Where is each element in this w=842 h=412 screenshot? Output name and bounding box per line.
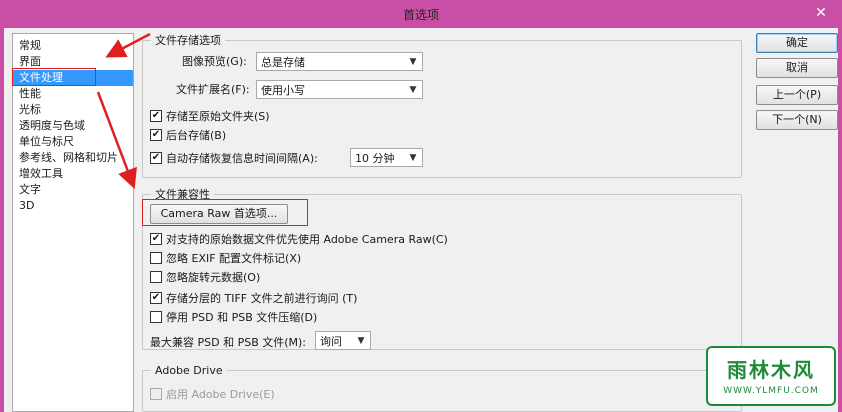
watermark-url-text: WWW.YLMFU.COM [723,386,819,396]
save-original-folder-label: 存储至原始文件夹(S) [166,110,270,123]
ignore-rotation-checkbox[interactable] [150,271,162,283]
auto-save-checkbox[interactable]: ✔ [150,152,162,164]
category-list: 常规 界面 文件处理 性能 光标 透明度与色域 单位与标尺 参考线、网格和切片 … [12,33,134,412]
sidebar-item-transparency-gamut[interactable]: 透明度与色域 [13,118,133,134]
chevron-down-icon: ▼ [409,85,417,95]
ask-tiff-layers-row[interactable]: ✔ 存储分层的 TIFF 文件之前进行询问 (T) [150,290,357,306]
ask-tiff-layers-checkbox[interactable]: ✔ [150,292,162,304]
sidebar-highlight-box [12,68,96,86]
sidebar-item-performance[interactable]: 性能 [13,86,133,102]
file-extension-label: 文件扩展名(F): [176,83,250,96]
sidebar-item-type[interactable]: 文字 [13,182,133,198]
chevron-down-icon: ▼ [409,57,417,67]
ignore-rotation-label: 忽略旋转元数据(O) [166,271,261,284]
chevron-down-icon: ▼ [357,336,365,346]
auto-save-interval-value: 10 分钟 [355,151,395,165]
image-preview-select[interactable]: 总是存储 ▼ [256,52,423,71]
sidebar-item-guides-grid-slices[interactable]: 参考线、网格和切片 [13,150,133,166]
auto-save-label: 自动存储恢复信息时间间隔(A): [166,152,318,165]
ignore-rotation-row[interactable]: 忽略旋转元数据(O) [150,269,260,285]
watermark-main-text: 雨林木风 [727,358,815,382]
image-preview-label: 图像预览(G): [182,55,247,68]
maximize-compat-select[interactable]: 询问 ▼ [315,331,371,350]
camera-raw-highlight-box [142,199,308,226]
maximize-compat-value: 询问 [320,334,342,348]
image-preview-row: 图像预览(G): [182,53,247,69]
ok-button[interactable]: 确定 [756,33,838,53]
background-save-row[interactable]: ✔ 后台存储(B) [150,127,226,143]
file-extension-select[interactable]: 使用小写 ▼ [256,80,423,99]
image-preview-value: 总是存储 [261,55,305,69]
sidebar-item-3d[interactable]: 3D [13,198,133,214]
sidebar-item-cursors[interactable]: 光标 [13,102,133,118]
auto-save-interval-select[interactable]: 10 分钟 ▼ [350,148,423,167]
background-save-label: 后台存储(B) [166,129,227,142]
ignore-exif-row[interactable]: 忽略 EXIF 配置文件标记(X) [150,250,301,266]
maximize-compat-label: 最大兼容 PSD 和 PSB 文件(M): [150,336,307,349]
background-save-checkbox[interactable]: ✔ [150,129,162,141]
ignore-exif-label: 忽略 EXIF 配置文件标记(X) [166,252,302,265]
ask-tiff-layers-label: 存储分层的 TIFF 文件之前进行询问 (T) [166,292,358,305]
prefer-acr-row[interactable]: ✔ 对支持的原始数据文件优先使用 Adobe Camera Raw(C) [150,231,448,247]
cancel-button[interactable]: 取消 [756,58,838,78]
file-extension-row: 文件扩展名(F): [176,81,250,97]
close-icon[interactable]: ✕ [806,3,836,23]
prefer-acr-checkbox[interactable]: ✔ [150,233,162,245]
sidebar-item-general[interactable]: 常规 [13,38,133,54]
disable-psd-compression-row[interactable]: 停用 PSD 和 PSB 文件压缩(D) [150,309,317,325]
next-button[interactable]: 下一个(N) [756,110,838,130]
ignore-exif-checkbox[interactable] [150,252,162,264]
enable-adobe-drive-row[interactable]: 启用 Adobe Drive(E) [150,386,275,402]
sidebar-item-units-rulers[interactable]: 单位与标尺 [13,134,133,150]
file-saving-legend: 文件存储选项 [155,34,221,47]
adobe-drive-legend: Adobe Drive [155,364,223,377]
previous-button[interactable]: 上一个(P) [756,85,838,105]
disable-psd-compression-label: 停用 PSD 和 PSB 文件压缩(D) [166,311,318,324]
sidebar-item-plugins[interactable]: 增效工具 [13,166,133,182]
prefer-acr-label: 对支持的原始数据文件优先使用 Adobe Camera Raw(C) [166,233,448,246]
enable-adobe-drive-label: 启用 Adobe Drive(E) [166,388,275,401]
maximize-compat-row: 最大兼容 PSD 和 PSB 文件(M): [150,334,306,350]
disable-psd-compression-checkbox[interactable] [150,311,162,323]
window-title: 首选项 [402,8,439,22]
save-original-folder-row[interactable]: ✔ 存储至原始文件夹(S) [150,108,270,124]
file-extension-value: 使用小写 [261,83,305,97]
title-bar: 首选项 ✕ [0,0,842,28]
watermark-logo: 雨林木风 WWW.YLMFU.COM [706,346,836,406]
chevron-down-icon: ▼ [409,153,417,163]
save-original-folder-checkbox[interactable]: ✔ [150,110,162,122]
enable-adobe-drive-checkbox[interactable] [150,388,162,400]
auto-save-row[interactable]: ✔ 自动存储恢复信息时间间隔(A): [150,150,318,166]
